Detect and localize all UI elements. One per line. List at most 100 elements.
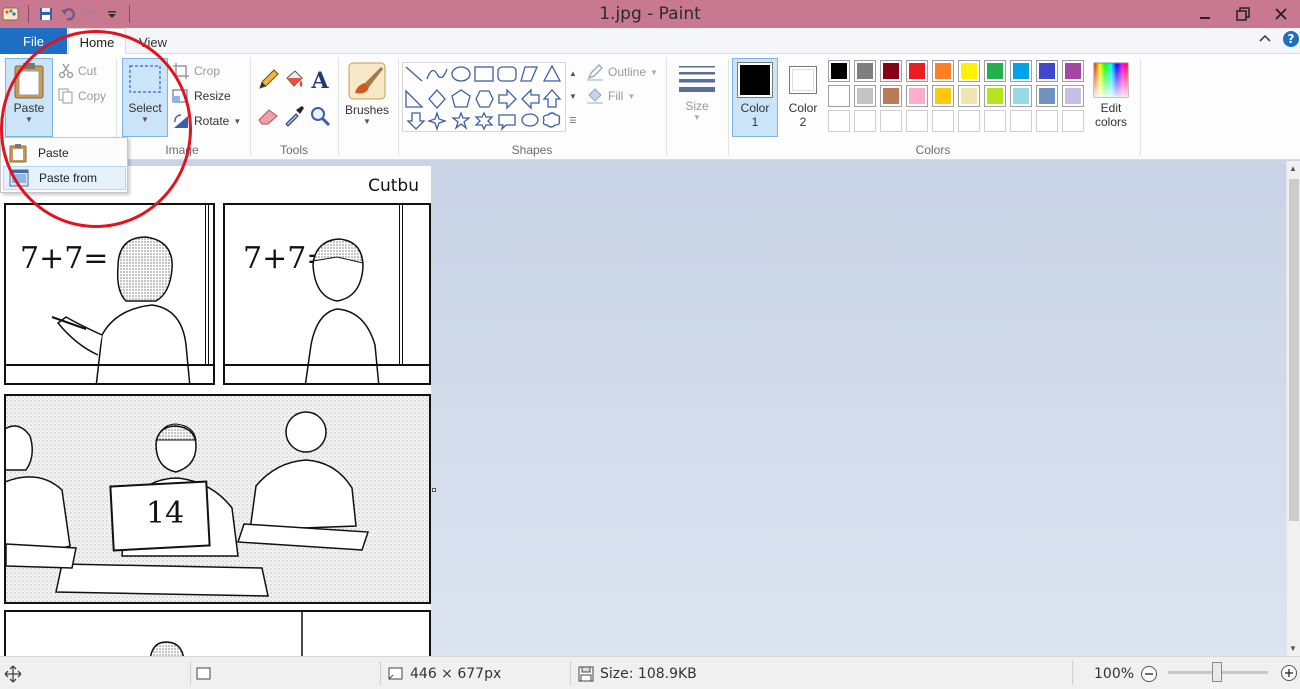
color-swatch[interactable] [854,85,876,107]
canvas-resize-handle[interactable] [432,488,436,492]
resize-button[interactable]: Resize [172,86,231,106]
custom-color-slot[interactable] [984,110,1006,132]
edit-colors-button[interactable]: Edit colors [1088,58,1134,137]
custom-color-slot[interactable] [958,110,980,132]
custom-color-slot[interactable] [1062,110,1084,132]
color-swatch-fill [909,63,925,79]
svg-text:A: A [310,68,329,92]
menu-item-paste-from-label: Paste from [39,171,98,185]
color-swatch[interactable] [958,60,980,82]
copy-button[interactable]: Copy [58,86,106,106]
eraser-icon[interactable] [256,104,280,128]
custom-color-slot[interactable] [880,110,902,132]
fill-label: Fill [608,89,624,103]
chevron-up-icon[interactable]: ▲ [569,69,577,78]
selection-rectangle-icon [129,65,161,93]
color-swatch[interactable] [906,85,928,107]
tab-home[interactable]: Home [68,28,126,55]
paste-button[interactable]: Paste ▼ [5,58,53,137]
comic-panel-2: 7+7= [223,203,431,385]
color-swatch[interactable] [1010,60,1032,82]
color-swatch-fill [1065,63,1081,79]
color-swatch[interactable] [1010,85,1032,107]
color-swatch[interactable] [932,60,954,82]
brushes-button[interactable]: Brushes ▼ [342,58,392,137]
text-tool-icon[interactable]: A [308,68,332,94]
color-swatch[interactable] [828,60,850,82]
color-swatch[interactable] [984,85,1006,107]
color-swatch[interactable] [880,60,902,82]
color-swatch[interactable] [1036,85,1058,107]
tab-file[interactable]: File [0,28,67,54]
custom-color-slot[interactable] [854,110,876,132]
color-swatch[interactable] [906,60,928,82]
ribbon-right-controls: ? [1258,30,1300,51]
magnifier-icon[interactable] [308,104,332,128]
scroll-up-icon[interactable]: ▲ [1289,164,1297,173]
zoom-slider[interactable] [1168,662,1268,682]
color-swatch[interactable] [1036,60,1058,82]
outline-button[interactable]: Outline ▼ [586,62,658,82]
clipboard-icon [9,144,27,163]
color-swatch[interactable] [932,85,954,107]
minimize-ribbon-icon[interactable] [1258,32,1272,49]
chevron-down-icon: ▼ [650,67,658,77]
crop-button[interactable]: Crop [172,61,220,81]
window-title: 1.jpg - Paint [599,4,701,24]
status-divider [1072,661,1073,685]
color-swatch-fill [987,63,1003,79]
maximize-button[interactable] [1224,0,1262,28]
color-swatch[interactable] [828,85,850,107]
menu-item-paste[interactable]: Paste [3,141,126,165]
chevron-down-icon[interactable]: ▼ [569,92,577,101]
gallery-expand-icon[interactable]: ☰ [569,116,576,125]
file-size-text: Size: 108.9KB [600,665,697,682]
fill-button[interactable]: Fill ▼ [586,86,635,106]
close-button[interactable] [1262,0,1300,28]
fill-bucket-icon[interactable] [282,68,306,92]
custom-color-slot[interactable] [1010,110,1032,132]
tab-view[interactable]: View [130,28,176,54]
help-icon[interactable]: ? [1282,30,1300,51]
color-picker-icon[interactable] [282,104,306,128]
brushes-label: Brushes [344,103,390,117]
vertical-scrollbar[interactable]: ▲ ▼ [1286,161,1300,656]
scroll-down-icon[interactable]: ▼ [1289,644,1297,653]
custom-color-slot[interactable] [1036,110,1058,132]
select-button[interactable]: Select ▼ [122,58,168,137]
status-divider [570,661,571,685]
color-swatch[interactable] [1062,85,1084,107]
zoom-level: 100% [1094,665,1135,682]
color-swatch[interactable] [984,60,1006,82]
zoom-in-icon[interactable] [1280,664,1298,685]
scrollbar-thumb[interactable] [1289,179,1299,521]
selection-size [196,657,212,689]
cut-button[interactable]: Cut [58,61,97,81]
custom-color-slot[interactable] [932,110,954,132]
pencil-icon[interactable] [256,68,280,92]
select-label: Select [128,101,162,115]
minimize-button[interactable] [1186,0,1224,28]
custom-color-slot[interactable] [828,110,850,132]
group-separator [1140,58,1141,156]
group-label-image: Image [165,143,199,157]
color-swatch[interactable] [1062,60,1084,82]
panel1-student-drawing [6,236,213,383]
zoom-out-icon[interactable] [1140,665,1158,683]
color2-button[interactable]: Color 2 [780,58,826,137]
color-swatch[interactable] [880,85,902,107]
color-swatch[interactable] [958,85,980,107]
menu-item-paste-from[interactable]: Paste from [3,166,126,190]
zoom-slider-thumb[interactable] [1212,662,1222,682]
shapes-gallery-scroll[interactable]: ▲ ▼ ☰ [567,62,579,132]
color1-button[interactable]: Color 1 [732,58,778,137]
custom-color-slot[interactable] [906,110,928,132]
file-size: Size: 108.9KB [578,657,697,689]
shapes-gallery[interactable] [402,62,566,132]
drawing-canvas[interactable]: Cutbu 7+7= 7+7= 14 [0,166,431,656]
size-button[interactable]: Size ▼ [672,58,722,137]
chevron-down-icon: ▼ [233,116,242,126]
rotate-button[interactable]: Rotate ▼ [172,111,241,131]
color-swatch[interactable] [854,60,876,82]
color-palette [828,60,1088,136]
